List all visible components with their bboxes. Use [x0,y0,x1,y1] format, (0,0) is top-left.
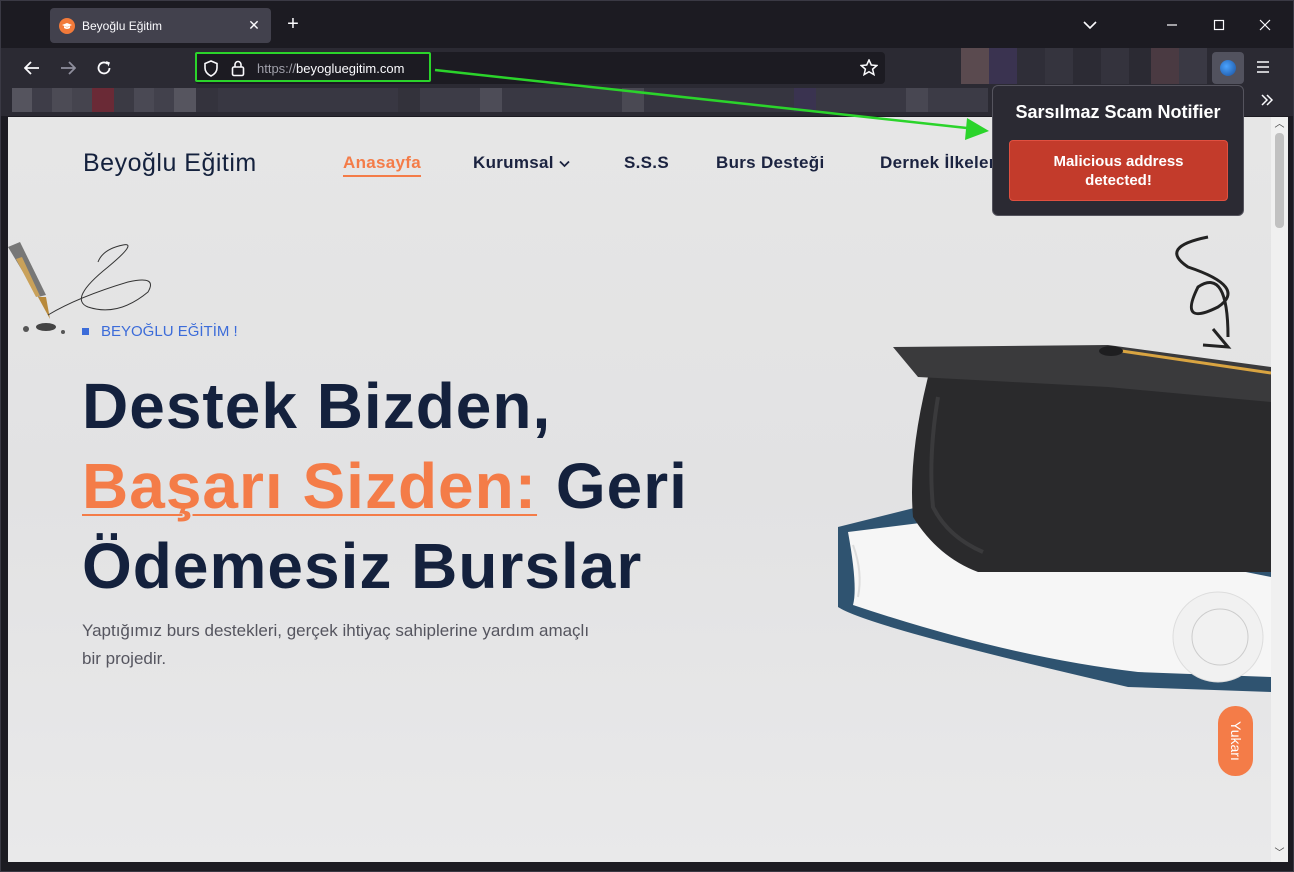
kicker-text: BEYOĞLU EĞİTİM ! [101,323,238,340]
bookmark-item[interactable] [420,88,480,112]
more-bookmarks-chevron-icon[interactable] [1260,93,1274,112]
hero-headline-line2-rest: Geri [537,450,688,522]
browser-tab[interactable]: Beyoğlu Eğitim ✕ [50,8,271,43]
bookmark-item[interactable] [134,88,154,112]
bookmark-item[interactable] [622,88,644,112]
scroll-down-arrow-icon[interactable]: ﹀ [1274,848,1285,860]
hero-headline-line3: Ödemesiz Burslar [82,530,643,602]
pixelated-toolbar-item [1073,48,1101,84]
maximize-button[interactable] [1204,11,1234,39]
navigation-toolbar: https://beyogluegitim.com [1,48,1293,88]
tab-title: Beyoğlu Eğitim [82,18,163,33]
bookmark-item[interactable] [154,88,174,112]
back-button[interactable] [17,54,47,82]
pixelated-toolbar-item [961,48,989,84]
nav-item-burs-destegi[interactable]: Burs Desteği [716,153,824,173]
malicious-alert-button[interactable]: Malicious address detected! [1009,140,1228,201]
bookmark-item[interactable] [72,88,92,112]
pixelated-toolbar-item [1151,48,1179,84]
scam-notifier-popup: Sarsılmaz Scam Notifier Malicious addres… [992,85,1244,216]
graduation-cap-favicon-icon [59,17,75,34]
pixelated-toolbar-item [1045,48,1073,84]
nav-item-kurumsal-label: Kurumsal [473,153,554,172]
lock-icon[interactable] [231,60,245,82]
pixelated-toolbar-item [1017,48,1045,84]
bookmark-item[interactable] [502,88,622,112]
menu-hamburger-icon[interactable] [1255,60,1271,79]
bookmark-item[interactable] [794,88,816,112]
reload-button[interactable] [89,54,119,82]
scam-notifier-extension-icon[interactable] [1212,52,1244,84]
close-window-button[interactable] [1250,11,1280,39]
bookmark-item[interactable] [398,88,420,112]
kicker-square-icon [82,328,89,335]
hero-subtitle: Yaptığımız burs destekleri, gerçek ihtiy… [82,621,590,668]
url-text[interactable]: https://beyogluegitim.com [257,61,404,76]
forward-button[interactable] [53,54,83,82]
back-to-top-label: Yukarı [1227,721,1244,761]
bookmark-item[interactable] [12,88,32,112]
hero-headline-line1: Destek Bizden, [82,370,552,442]
bookmark-item[interactable] [32,88,52,112]
url-protocol: https:// [257,61,297,76]
bookmark-item[interactable] [92,88,114,112]
bookmark-item[interactable] [114,88,134,112]
nav-item-dernek-ilkeleri[interactable]: Dernek İlkeleri [880,153,1001,173]
pixelated-toolbar-item [1101,48,1129,84]
back-to-top-button[interactable]: Yukarı [1218,706,1253,776]
close-tab-icon[interactable]: ✕ [246,17,262,34]
tracking-protection-shield-icon[interactable] [203,60,219,82]
site-logo[interactable]: Beyoğlu Eğitim [83,149,257,178]
bookmark-item[interactable] [52,88,72,112]
popup-title: Sarsılmaz Scam Notifier [1015,102,1221,122]
page-scrollbar[interactable]: ︿ ﹀ [1271,117,1288,862]
list-all-tabs-chevron-icon[interactable] [1075,11,1105,39]
tab-strip: Beyoğlu Eğitim ✕ + [1,1,1293,48]
new-tab-button[interactable]: + [283,14,303,34]
bookmark-item[interactable] [928,88,988,112]
scroll-up-arrow-icon[interactable]: ︿ [1274,119,1285,131]
graduation-cap-illustration [838,235,1271,692]
pixelated-toolbar-item [1179,48,1207,84]
pixelated-toolbar-item [989,48,1017,84]
bookmark-item[interactable] [816,88,906,112]
nav-item-anasayfa[interactable]: Anasayfa [343,153,421,177]
bookmark-item[interactable] [906,88,928,112]
hero-headline-accent: Başarı Sizden: [82,450,538,522]
url-domain: beyogluegitim.com [296,61,405,76]
hero-kicker: BEYOĞLU EĞİTİM ! [82,323,238,340]
bookmark-item[interactable] [480,88,502,112]
chevron-down-icon [559,160,570,168]
nav-item-kurumsal[interactable]: Kurumsal [473,153,570,173]
nav-item-sss[interactable]: S.S.S [624,153,669,173]
hero-headline-line2: Başarı Sizden: Geri [82,449,688,523]
bookmark-star-icon[interactable] [859,58,879,81]
scrollbar-thumb[interactable] [1275,133,1284,228]
minimize-button[interactable] [1157,11,1187,39]
page-content: Beyoğlu Eğitim Anasayfa Kurumsal S.S.S B… [8,117,1271,862]
browser-window: Beyoğlu Eğitim ✕ + https://beyogluegitim… [0,0,1294,872]
bookmark-item[interactable] [174,88,196,112]
bookmark-item[interactable] [644,88,794,112]
bookmark-item[interactable] [218,88,398,112]
bookmark-item[interactable] [196,88,218,112]
